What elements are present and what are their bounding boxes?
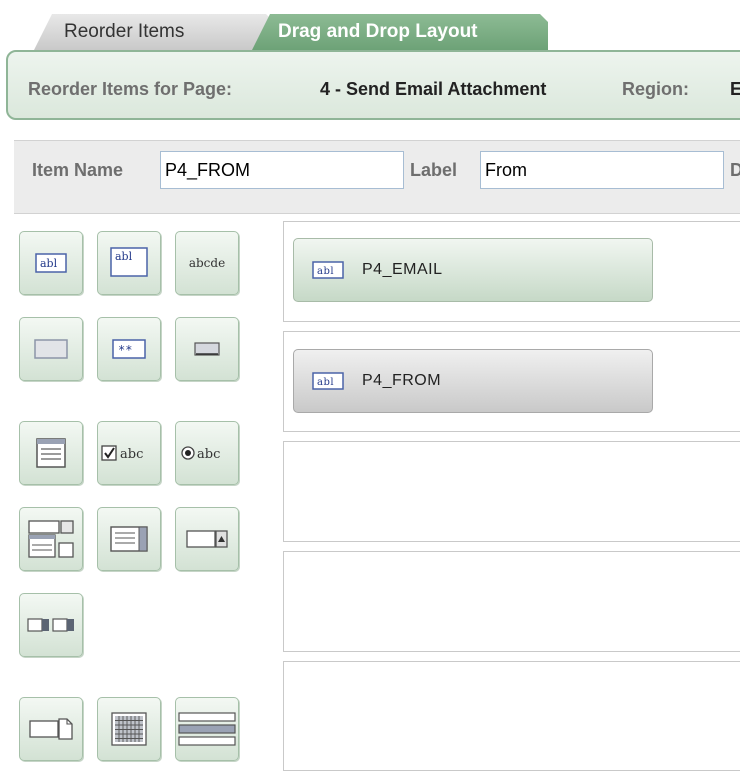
button-icon xyxy=(194,342,220,356)
checkbox-tool[interactable]: abc xyxy=(97,421,161,485)
p4-email-icon-text: abl xyxy=(317,266,334,277)
radio-group-icon: abc xyxy=(181,446,220,462)
checkbox-icon: abc xyxy=(101,445,143,462)
text-field-icon: abl xyxy=(312,372,344,390)
text-field-tool[interactable]: abl xyxy=(19,231,83,295)
page-value: 4 - Send Email Attachment xyxy=(320,79,547,99)
stop-start-icon xyxy=(178,712,236,746)
select-list-tool[interactable] xyxy=(97,507,161,571)
item-name-label: Item Name xyxy=(32,160,124,180)
tab-reorder-items-label: Reorder Items xyxy=(64,21,185,42)
display-only-tool[interactable]: abcde xyxy=(175,231,239,295)
layout-row-4[interactable] xyxy=(283,551,740,652)
layout-item-name: P4_FROM xyxy=(362,372,442,389)
page-region-header: Reorder Items for Page: 4 - Send Email A… xyxy=(6,50,740,120)
hidden-item-icon xyxy=(34,339,68,359)
date-picker-tool[interactable] xyxy=(19,593,83,657)
p4-from-icon-text: abl xyxy=(317,377,334,388)
textarea-icon: abl xyxy=(110,247,148,277)
tab-drag-and-drop-layout-label: Drag and Drop Layout xyxy=(278,21,478,42)
region-value: E xyxy=(730,79,740,99)
select-list-icon xyxy=(110,526,148,552)
popup-lov-icon xyxy=(186,530,228,548)
hidden-item-tool[interactable] xyxy=(19,317,83,381)
calendar-grid-icon xyxy=(111,712,147,746)
radio-group-tool[interactable]: abc xyxy=(175,421,239,485)
list-icon xyxy=(36,438,66,468)
list-tool[interactable] xyxy=(19,421,83,485)
layout-row-5[interactable] xyxy=(283,661,740,771)
next-field-label: D xyxy=(730,160,740,180)
password-tool[interactable]: ** xyxy=(97,317,161,381)
textarea-tool[interactable]: abl xyxy=(97,231,161,295)
label-input[interactable] xyxy=(480,151,724,189)
button-tool[interactable] xyxy=(175,317,239,381)
shuttle-icon xyxy=(28,520,74,558)
file-browse-tool[interactable] xyxy=(19,697,83,761)
radio-group-icon-text: abc xyxy=(197,447,220,462)
tab-drag-and-drop-layout[interactable]: Drag and Drop Layout xyxy=(252,14,548,50)
tab-reorder-items[interactable]: Reorder Items xyxy=(34,14,274,50)
stop-start-tool[interactable] xyxy=(175,697,239,761)
page-label: Reorder Items for Page: xyxy=(28,79,233,99)
item-properties-bar: Item Name Label D xyxy=(14,140,740,214)
item-name-input[interactable] xyxy=(160,151,404,189)
textarea-icon-text: abl xyxy=(115,250,133,263)
display-only-icon: abcde xyxy=(188,256,226,270)
checkbox-icon-text: abc xyxy=(120,447,143,462)
label-field-label: Label xyxy=(410,160,458,180)
popup-lov-tool[interactable] xyxy=(175,507,239,571)
shuttle-tool[interactable] xyxy=(19,507,83,571)
file-browse-icon xyxy=(29,718,73,740)
region-label: Region: xyxy=(622,79,689,99)
text-field-icon-text: abl xyxy=(40,257,58,270)
password-icon-text: ** xyxy=(118,343,132,357)
layout-item-p4-from[interactable]: abl P4_FROM xyxy=(293,349,653,413)
layout-item-name: P4_EMAIL xyxy=(362,261,443,278)
layout-item-p4-email[interactable]: abl P4_EMAIL xyxy=(293,238,653,302)
date-picker-icon xyxy=(27,618,74,632)
text-field-icon: abl xyxy=(312,261,344,279)
text-field-icon: abl xyxy=(35,253,67,273)
layout-row-3[interactable] xyxy=(283,441,740,542)
password-icon: ** xyxy=(112,339,146,359)
calendar-grid-tool[interactable] xyxy=(97,697,161,761)
